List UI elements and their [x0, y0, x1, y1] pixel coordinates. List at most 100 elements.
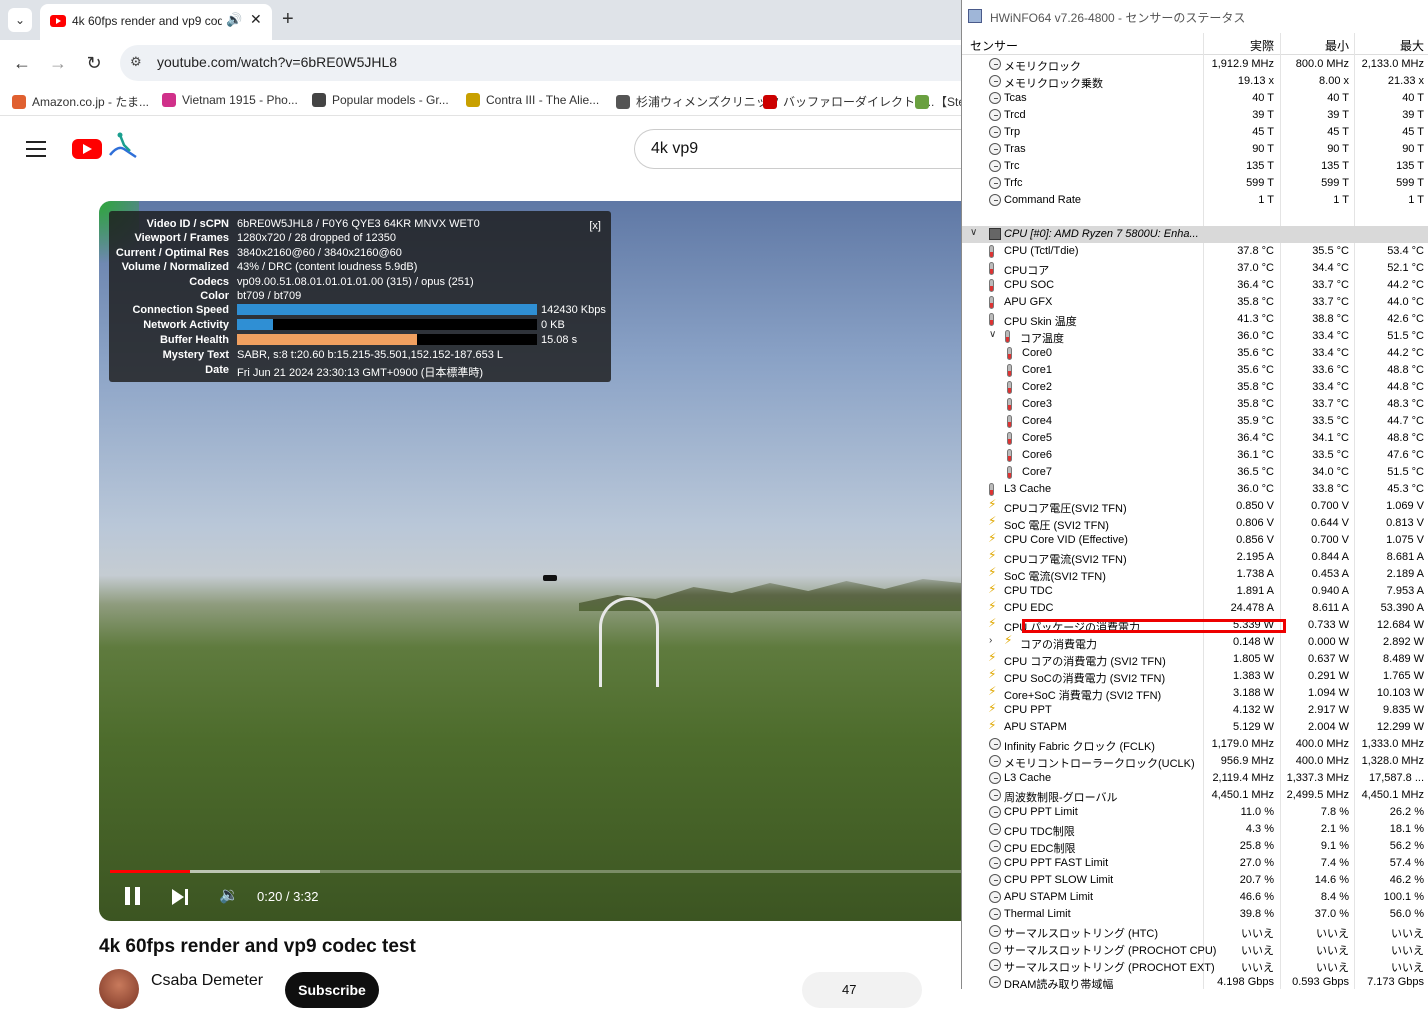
sensor-row[interactable]: L3 Cache 36.0 °C 33.8 °C 45.3 °C	[962, 481, 1428, 498]
bookmark-item[interactable]: Amazon.co.jp - たま...	[12, 93, 149, 110]
like-button[interactable]: 47	[802, 972, 922, 1008]
sensor-row[interactable]: CPUコア電圧(SVI2 TFN) 0.850 V 0.700 V 1.069 V	[962, 497, 1428, 515]
sensor-row[interactable]: サーマルスロットリング (PROCHOT CPU) いいえ いいえ いいえ	[962, 940, 1428, 957]
site-settings-icon[interactable]: ⚙	[130, 54, 142, 70]
reload-icon[interactable]: ↻	[82, 51, 106, 75]
progress-bar[interactable]	[110, 870, 961, 873]
sensor-row[interactable]: Core+SoC 消費電力 (SVI2 TFN) 3.188 W 1.094 W 10…	[962, 684, 1428, 702]
sensor-row[interactable]: CPU PPT SLOW Limit 20.7 % 14.6 % 46.2 %	[962, 872, 1428, 889]
sensor-row[interactable]: Trc 135 T 135 T 135 T	[962, 158, 1428, 175]
sensor-row[interactable]: Infinity Fabric クロック (FCLK) 1,179.0 MHz 40…	[962, 736, 1428, 753]
sensor-row[interactable]: CPU SOC 36.4 °C 33.7 °C 44.2 °C	[962, 277, 1428, 294]
bookmark-item[interactable]: Contra III - The Alie...	[466, 93, 599, 107]
bookmark-item[interactable]: Vietnam 1915 - Pho...	[162, 93, 298, 107]
sensor-row[interactable]: Trfc 599 T 599 T 599 T	[962, 175, 1428, 192]
sensor-row[interactable]: Trp 45 T 45 T 45 T	[962, 124, 1428, 141]
sensor-row[interactable]: CPU PPT Limit 11.0 % 7.8 % 26.2 %	[962, 804, 1428, 821]
search-input[interactable]: 4k vp9	[634, 129, 974, 169]
channel-avatar[interactable]	[99, 969, 139, 1009]
sensor-row[interactable]: メモリクロック乗数 19.13 x 8.00 x 21.33 x	[962, 73, 1428, 90]
header-min[interactable]: 最小	[1325, 37, 1349, 54]
volume-icon[interactable]: 🔉	[219, 885, 239, 905]
sensor-row[interactable]: 周波数制限-グローバル 4,450.1 MHz 2,499.5 MHz 4,450.1…	[962, 787, 1428, 804]
sensor-row[interactable]: Core4 35.9 °C 33.5 °C 44.7 °C	[962, 413, 1428, 430]
channel-name[interactable]: Csaba Demeter	[151, 972, 263, 990]
sensor-row[interactable]: CPU EDC 24.478 A 8.611 A 53.390 A	[962, 599, 1428, 617]
bookmark-item[interactable]: バッファローダイレクト/T...	[763, 93, 934, 110]
sensor-row[interactable]: Core6 36.1 °C 33.5 °C 47.6 °C	[962, 447, 1428, 464]
next-button[interactable]	[172, 889, 190, 905]
bookmark-item[interactable]: 【Ste	[915, 93, 965, 110]
sensor-row[interactable]: CPU (Tctl/Tdie) 37.8 °C 35.5 °C 53.4 °C	[962, 243, 1428, 260]
sensor-row[interactable]: CPU Skin 温度 41.3 °C 38.8 °C 42.6 °C	[962, 311, 1428, 328]
sensor-row[interactable]: APU GFX 35.8 °C 33.7 °C 44.0 °C	[962, 294, 1428, 311]
video-player[interactable]: [x] Video ID / sCPN 6bRE0W5JHL8 / F0Y6 QY…	[99, 201, 961, 921]
sensor-row[interactable]: Tcas 40 T 40 T 40 T	[962, 90, 1428, 107]
sensor-row[interactable]: Command Rate 1 T 1 T 1 T	[962, 192, 1428, 209]
thermometer-icon	[989, 296, 994, 309]
sensor-group-header[interactable]: ∨ CPU [#0]: AMD Ryzen 7 5800U: Enha...	[962, 226, 1428, 243]
sensor-row[interactable]: Core7 36.5 °C 34.0 °C 51.5 °C	[962, 464, 1428, 481]
tab-search-button[interactable]: ⌄	[8, 8, 32, 32]
header-sensor[interactable]: センサー	[970, 37, 1018, 54]
sensor-row[interactable]: CPU PPT 4.132 W 2.917 W 9.835 W	[962, 701, 1428, 719]
url-text[interactable]: youtube.com/watch?v=6bRE0W5JHL8	[157, 54, 397, 70]
lightning-icon	[988, 548, 1001, 563]
hwinfo-titlebar[interactable]: HWiNFO64 v7.26-4800 - センサーのステータス	[962, 0, 1428, 32]
doodle-icon[interactable]	[104, 131, 140, 161]
sensor-row[interactable]: サーマルスロットリング (HTC) いいえ いいえ いいえ	[962, 923, 1428, 940]
close-icon[interactable]: ✕	[250, 11, 262, 28]
collapse-chevron-icon[interactable]: ∨	[989, 329, 996, 340]
collapse-chevron-icon[interactable]: ∨	[970, 227, 977, 238]
sensor-row[interactable]: L3 Cache 2,119.4 MHz 1,337.3 MHz 17,587.8 .…	[962, 770, 1428, 787]
sensor-row[interactable]: Core2 35.8 °C 33.4 °C 44.8 °C	[962, 379, 1428, 396]
new-tab-button[interactable]: +	[282, 8, 294, 31]
sensor-row[interactable]: DRAM読み取り帯域幅 4.198 Gbps 0.593 Gbps 7.173 Gbp…	[962, 974, 1428, 989]
header-max[interactable]: 最大	[1400, 37, 1424, 54]
forward-arrow-icon[interactable]: →	[46, 51, 70, 75]
expand-chevron-icon[interactable]: ›	[989, 635, 992, 646]
sensor-row[interactable]: Trcd 39 T 39 T 39 T	[962, 107, 1428, 124]
sensor-row[interactable]: APU STAPM Limit 46.6 % 8.4 % 100.1 %	[962, 889, 1428, 906]
sensor-row[interactable]: CPU コアの消費電力 (SVI2 TFN) 1.805 W 0.637 W 8.48…	[962, 650, 1428, 668]
sensor-row[interactable]: Core3 35.8 °C 33.7 °C 48.3 °C	[962, 396, 1428, 413]
sensor-row[interactable]: SoC 電流(SVI2 TFN) 1.738 A 0.453 A 2.189 A	[962, 565, 1428, 583]
header-current[interactable]: 実際	[1250, 37, 1274, 54]
youtube-logo[interactable]	[72, 139, 102, 159]
sensor-row[interactable]: Core0 35.6 °C 33.4 °C 44.2 °C	[962, 345, 1428, 362]
sensor-row[interactable]: CPU TDC制限 4.3 % 2.1 % 18.1 %	[962, 821, 1428, 838]
sensor-table: メモリクロック 1,912.9 MHz 800.0 MHz 2,133.0 MHz メモ…	[962, 56, 1428, 989]
lightning-icon	[988, 701, 1001, 716]
sensor-row[interactable]: Thermal Limit 39.8 % 37.0 % 56.0 %	[962, 906, 1428, 923]
sensor-min: 0.637 W	[1308, 653, 1349, 665]
sensor-row[interactable]: › コアの消費電力 0.148 W 0.000 W 2.892 W	[962, 633, 1428, 651]
sensor-row[interactable]: Tras 90 T 90 T 90 T	[962, 141, 1428, 158]
sensor-max: 4,450.1 MHz	[1361, 789, 1424, 801]
sensor-row[interactable]: CPU Core VID (Effective) 0.856 V 0.700 V 1.…	[962, 531, 1428, 549]
sensor-row[interactable]: CPU PPT FAST Limit 27.0 % 7.4 % 57.4 %	[962, 855, 1428, 872]
sensor-row[interactable]: CPUコア 37.0 °C 34.4 °C 52.1 °C	[962, 260, 1428, 277]
back-arrow-icon[interactable]: ←	[10, 51, 34, 75]
sensor-row[interactable]: CPU SoCの消費電力 (SVI2 TFN) 1.383 W 0.291 W 1.7…	[962, 667, 1428, 685]
sensor-row[interactable]: CPUコア電流(SVI2 TFN) 2.195 A 0.844 A 8.681 A	[962, 548, 1428, 566]
subscribe-button[interactable]: Subscribe	[285, 972, 379, 1008]
stats-row: Codecs vp09.00.51.08.01.01.01.01.00 (315)…	[109, 276, 611, 290]
speaker-icon[interactable]: 🔊	[226, 12, 242, 28]
menu-icon[interactable]	[26, 141, 46, 157]
sensor-row[interactable]: Core1 35.6 °C 33.6 °C 48.8 °C	[962, 362, 1428, 379]
sensor-row[interactable]: メモリコントローラークロック(UCLK) 956.9 MHz 400.0 MHz 1,…	[962, 753, 1428, 770]
sensor-row[interactable]: CPU TDC 1.891 A 0.940 A 7.953 A	[962, 582, 1428, 600]
sensor-row[interactable]: サーマルスロットリング (PROCHOT EXT) いいえ いいえ いいえ	[962, 957, 1428, 974]
sensor-row[interactable]: SoC 電圧 (SVI2 TFN) 0.806 V 0.644 V 0.813 V	[962, 514, 1428, 532]
sensor-row[interactable]: Core5 36.4 °C 34.1 °C 48.8 °C	[962, 430, 1428, 447]
bookmark-item[interactable]: Popular models - Gr...	[312, 93, 449, 107]
sensor-row[interactable]: APU STAPM 5.129 W 2.004 W 12.299 W	[962, 718, 1428, 736]
address-bar[interactable]: ⚙ youtube.com/watch?v=6bRE0W5JHL8	[120, 45, 1020, 81]
pause-button[interactable]	[125, 887, 141, 905]
sensor-max: いいえ	[1391, 962, 1424, 974]
sensor-row[interactable]: メモリクロック 1,912.9 MHz 800.0 MHz 2,133.0 MHz	[962, 56, 1428, 73]
tab-active[interactable]: 4k 60fps render and vp9 codec test 🔊 ✕	[40, 4, 272, 40]
bookmark-item[interactable]: 杉浦ウィメンズクリニック	[616, 93, 780, 110]
sensor-row[interactable]: CPU EDC制限 25.8 % 9.1 % 56.2 %	[962, 838, 1428, 855]
sensor-row[interactable]: ∨ コア温度 36.0 °C 33.4 °C 51.5 °C	[962, 328, 1428, 345]
